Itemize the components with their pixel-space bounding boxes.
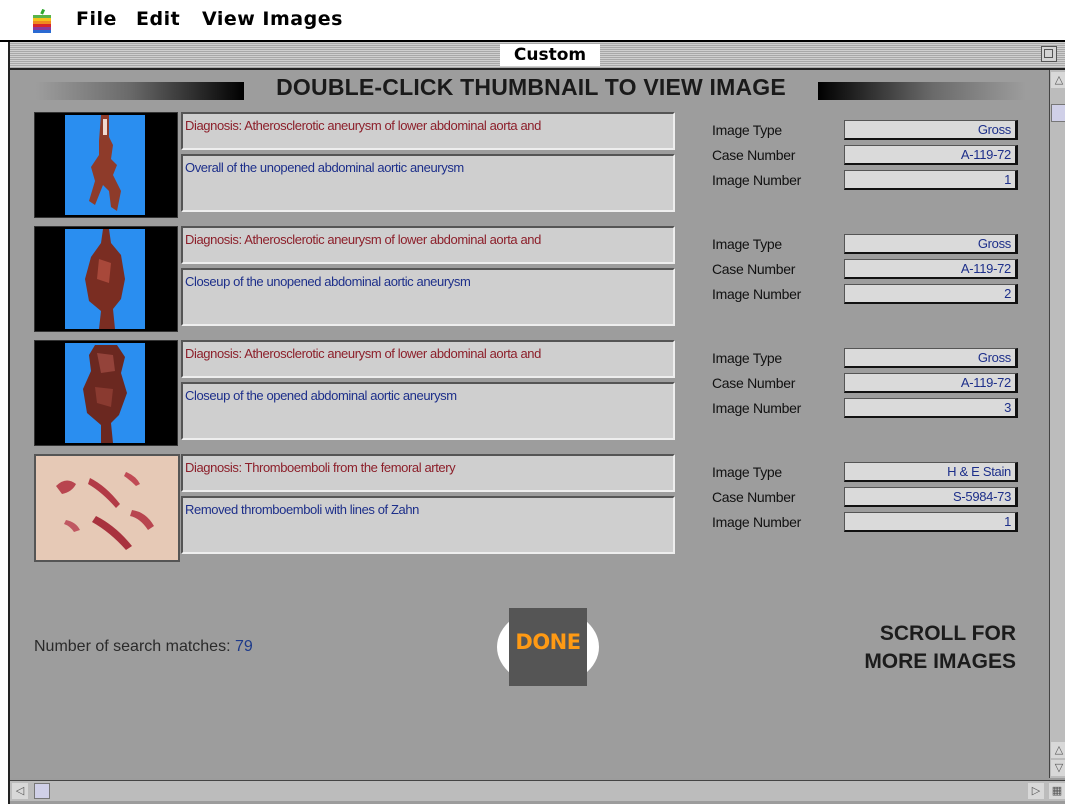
vertical-scroll-thumb[interactable] [1051,104,1065,122]
banner-decoration-left [36,82,244,100]
apple-icon[interactable] [32,9,52,33]
description-field-1[interactable]: Overall of the unopened abdominal aortic… [181,154,675,212]
label-case-number: Case Number [712,375,796,391]
horizontal-scroll-thumb[interactable] [34,783,50,799]
search-matches-count: 79 [234,638,253,655]
arrow-right-icon[interactable]: ▷ [1028,783,1044,799]
label-case-number: Case Number [712,147,796,163]
label-image-type: Image Type [712,350,782,366]
label-image-number: Image Number [712,172,801,188]
arrow-up-icon[interactable]: △ [1051,742,1065,758]
case-number-field-3[interactable]: A-119-72 [844,373,1018,393]
instruction-heading: DOUBLE-CLICK THUMBNAIL TO VIEW IMAGE [276,74,786,100]
image-number-field-3[interactable]: 3 [844,398,1018,418]
thumbnail-1[interactable] [34,112,178,218]
arrow-down-icon[interactable]: ▽ [1051,760,1065,776]
label-image-number: Image Number [712,400,801,416]
horizontal-scrollbar[interactable]: ◁ ▷ ▦ [10,780,1065,801]
zoom-box-icon[interactable] [1041,46,1057,62]
menu-edit[interactable]: Edit [136,8,180,30]
image-type-field-2[interactable]: Gross [844,234,1018,254]
search-matches: Number of search matches: 79 [34,638,253,656]
window: Custom DOUBLE-CLICK THUMBNAIL TO VIEW IM… [8,42,1065,804]
case-number-field-2[interactable]: A-119-72 [844,259,1018,279]
description-field-2[interactable]: Closeup of the unopened abdominal aortic… [181,268,675,326]
arrow-left-icon[interactable]: ◁ [12,783,28,799]
label-image-number: Image Number [712,286,801,302]
label-image-type: Image Type [712,464,782,480]
specimen-image [83,345,127,443]
label-image-type: Image Type [712,122,782,138]
banner-decoration-right [818,82,1026,100]
search-matches-label: Number of search matches: [34,638,231,655]
description-field-3[interactable]: Closeup of the opened abdominal aortic a… [181,382,675,440]
window-title: Custom [500,44,600,66]
vertical-scrollbar[interactable]: △ △ ▽ [1049,70,1065,778]
thumbnail-2[interactable] [34,226,178,332]
arrow-up-icon[interactable]: △ [1051,72,1065,88]
diagnosis-field-2[interactable]: Diagnosis: Atherosclerotic aneurysm of l… [181,226,675,264]
diagnosis-field-1[interactable]: Diagnosis: Atherosclerotic aneurysm of l… [181,112,675,150]
image-type-field-1[interactable]: Gross [844,120,1018,140]
done-button-label: DONE [515,630,581,654]
menu-file[interactable]: File [76,8,117,30]
label-case-number: Case Number [712,489,796,505]
specimen-image [85,229,125,329]
image-type-field-4[interactable]: H & E Stain [844,462,1018,482]
image-number-field-4[interactable]: 1 [844,512,1018,532]
image-type-field-3[interactable]: Gross [844,348,1018,368]
menu-view-images[interactable]: View Images [202,8,343,30]
label-image-number: Image Number [712,514,801,530]
image-number-field-2[interactable]: 2 [844,284,1018,304]
case-number-field-4[interactable]: S-5984-73 [844,487,1018,507]
done-button[interactable]: DONE [497,608,599,686]
description-field-4[interactable]: Removed thromboemboli with lines of Zahn [181,496,675,554]
content-area: DOUBLE-CLICK THUMBNAIL TO VIEW IMAGE Dia… [10,70,1048,778]
scroll-hint-line-1: SCROLL FOR [879,622,1016,645]
thumbnail-3[interactable] [34,340,178,446]
scroll-hint: SCROLL FOR MORE IMAGES [822,620,1016,676]
case-number-field-1[interactable]: A-119-72 [844,145,1018,165]
diagnosis-field-4[interactable]: Diagnosis: Thromboemboli from the femora… [181,454,675,492]
label-image-type: Image Type [712,236,782,252]
histology-image [56,472,154,550]
window-title-bar[interactable]: Custom [10,42,1065,70]
menu-bar: File Edit View Images [0,0,1065,42]
label-case-number: Case Number [712,261,796,277]
scroll-hint-line-2: MORE IMAGES [864,650,1016,673]
size-box-icon[interactable]: ▦ [1049,783,1065,799]
image-number-field-1[interactable]: 1 [844,170,1018,190]
specimen-image [89,115,121,211]
thumbnail-4[interactable] [34,454,180,562]
diagnosis-field-3[interactable]: Diagnosis: Atherosclerotic aneurysm of l… [181,340,675,378]
